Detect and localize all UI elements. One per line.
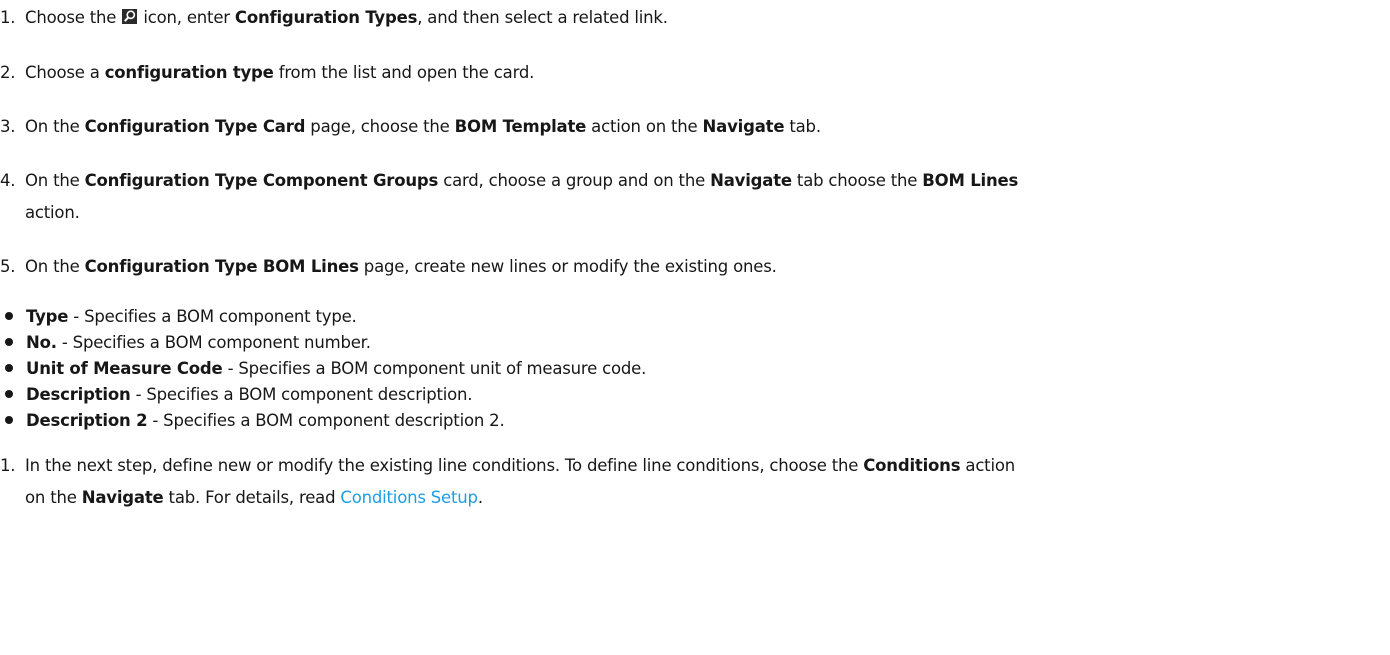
step-number: 4. (0, 171, 16, 190)
step-number: 5. (0, 257, 16, 276)
field-item-unit-of-measure-code: Unit of Measure Code - Specifies a BOM c… (0, 356, 646, 382)
document: 1. Choose the icon, enter Configuration T… (0, 0, 1390, 655)
step-number: 2. (0, 63, 16, 82)
step-number: 3. (0, 117, 16, 136)
field-item-type: Type - Specifies a BOM component type. (0, 304, 357, 330)
bullet-icon (5, 311, 13, 320)
field-item-description: Description - Specifies a BOM component … (0, 382, 473, 408)
bullet-icon (5, 337, 13, 346)
step-number: 1. (0, 456, 16, 475)
bullet-icon (5, 389, 13, 398)
step-number: 1. (0, 8, 16, 27)
field-item-no: No. - Specifies a BOM component number. (0, 330, 371, 356)
field-item-description-2: Description 2 - Specifies a BOM componen… (0, 408, 505, 434)
search-icon (122, 9, 138, 24)
bullet-icon (5, 415, 13, 424)
step-1: 1. Choose the icon, enter Configuration T… (0, 2, 1388, 34)
step-5: 5. On the Configuration Type BOM Lines pa… (0, 251, 1388, 283)
step-3: 3. On the Configuration Type Card page, c… (0, 111, 1388, 143)
final-step: 1. In the next step, define new or modify… (0, 450, 1388, 514)
conditions-setup-link[interactable]: Conditions Setup (340, 488, 478, 507)
step-4: 4. On the Configuration Type Component Gr… (0, 165, 1388, 229)
bullet-icon (5, 363, 13, 372)
step-2: 2. Choose a configuration type from the l… (0, 57, 1388, 89)
